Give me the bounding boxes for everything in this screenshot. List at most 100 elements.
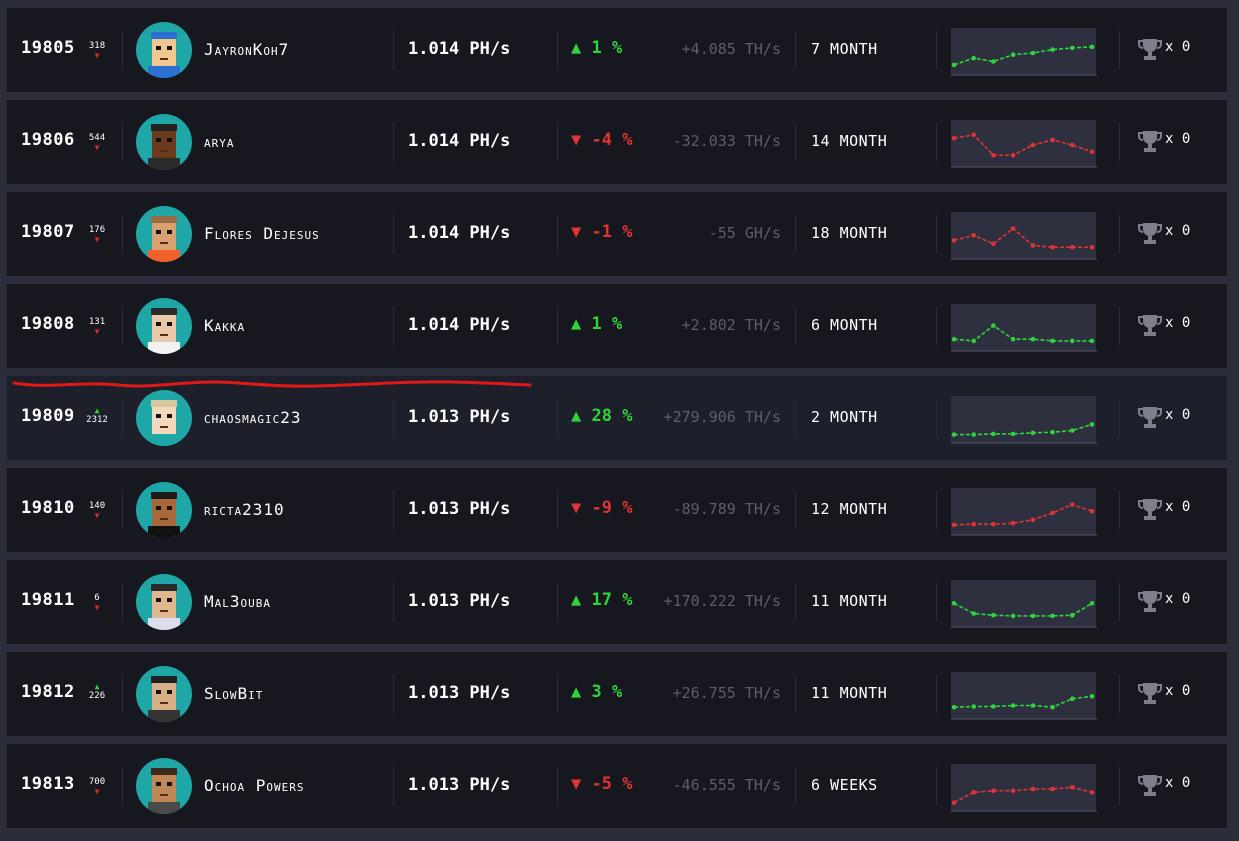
sparkline-point bbox=[1030, 336, 1036, 342]
avatar-blue-cap[interactable] bbox=[136, 22, 192, 78]
column-divider bbox=[557, 675, 558, 713]
percent-change-value: -9 % bbox=[591, 498, 633, 518]
column-divider bbox=[936, 491, 937, 529]
sparkline-point bbox=[971, 55, 976, 61]
trophy-icon bbox=[1137, 404, 1163, 434]
rank-change: 318 ▼ bbox=[83, 41, 111, 60]
percent-change-value: 1 % bbox=[591, 38, 623, 58]
sparkline-point bbox=[1010, 431, 1016, 437]
table-row[interactable]: 19810 140 ▼ ricta2310 1.013 PH/s ▼ -9 % -89.78… bbox=[7, 468, 1227, 552]
sparkline-point bbox=[1050, 429, 1055, 435]
sparkline-chart bbox=[951, 212, 1097, 264]
avatar-bearded[interactable] bbox=[136, 482, 192, 538]
rank-number: 19810 bbox=[21, 498, 75, 518]
percent-change-value: -4 % bbox=[591, 130, 633, 150]
avatar-shades[interactable] bbox=[136, 574, 192, 630]
column-divider bbox=[557, 399, 558, 437]
sparkline-point bbox=[1010, 703, 1016, 708]
rank-change-value: 700 bbox=[88, 777, 106, 787]
avatar-mustache[interactable] bbox=[136, 298, 192, 354]
table-row[interactable]: 19808 131 ▼ Kakka 1.014 PH/s ▲ 1 % +2.802 TH/s… bbox=[7, 284, 1227, 368]
sparkline-point bbox=[991, 704, 996, 709]
username-link[interactable]: Kakka bbox=[204, 316, 245, 335]
avatar-glasses-orange[interactable] bbox=[136, 206, 192, 262]
sparkline-point bbox=[951, 432, 957, 437]
account-age: 14 MONTH bbox=[811, 132, 888, 150]
username-link[interactable]: SlowBit bbox=[204, 684, 263, 703]
column-divider bbox=[393, 767, 394, 805]
column-divider bbox=[1119, 491, 1120, 529]
table-row[interactable]: 19805 318 ▼ JayronKoh7 1.014 PH/s ▲ 1 % +4.085… bbox=[7, 8, 1227, 92]
sparkline-point bbox=[1070, 244, 1075, 250]
username-link[interactable]: ricta2310 bbox=[204, 500, 285, 519]
username-link[interactable]: Ochoa Powers bbox=[204, 776, 305, 795]
hashrate-value: 1.014 PH/s bbox=[408, 39, 511, 59]
column-divider bbox=[122, 399, 123, 437]
sparkline-chart bbox=[951, 120, 1097, 172]
sparkline-point bbox=[1070, 45, 1075, 51]
username-link[interactable]: Flores Dejesus bbox=[204, 224, 320, 243]
username-link[interactable]: Mal3ouba bbox=[204, 592, 271, 611]
column-divider bbox=[122, 31, 123, 69]
column-divider bbox=[1119, 307, 1120, 345]
username-link[interactable]: chaosmagic23 bbox=[204, 408, 302, 427]
avatar-pale[interactable] bbox=[136, 390, 192, 446]
sparkline-point bbox=[1030, 243, 1036, 248]
table-row[interactable]: 19812 ▲ 226 SlowBit 1.013 PH/s ▲ 3 % +26.755 T… bbox=[7, 652, 1227, 736]
rank-change: 6 ▼ bbox=[83, 593, 111, 612]
hashrate-value: 1.013 PH/s bbox=[408, 591, 511, 611]
sparkline-point bbox=[1089, 244, 1095, 250]
sparkline-point bbox=[1089, 44, 1095, 50]
percent-change: ▼ -1 % bbox=[571, 222, 632, 242]
triangle-up-icon: ▲ bbox=[571, 406, 592, 426]
username-link[interactable]: arya bbox=[204, 132, 235, 151]
sparkline-point bbox=[991, 431, 996, 437]
table-row[interactable]: 19813 700 ▼ Ochoa Powers 1.013 PH/s ▼ -5 % -46… bbox=[7, 744, 1227, 828]
table-row[interactable]: 19811 6 ▼ Mal3ouba 1.013 PH/s ▲ 17 % +170.222 … bbox=[7, 560, 1227, 644]
account-age: 6 WEEKS bbox=[811, 776, 878, 794]
account-age: 6 MONTH bbox=[811, 316, 878, 334]
sparkline-point bbox=[1010, 52, 1016, 57]
sparkline-point bbox=[1070, 696, 1075, 701]
percent-change: ▼ -5 % bbox=[571, 774, 632, 794]
sparkline-background bbox=[951, 488, 1096, 535]
rank-change-value: 544 bbox=[88, 133, 106, 143]
rank-change: 544 ▼ bbox=[83, 133, 111, 152]
username-link[interactable]: JayronKoh7 bbox=[204, 40, 289, 59]
column-divider bbox=[936, 31, 937, 69]
table-row[interactable]: 19809 ▲ 2312 chaosmagic23 1.013 PH/s ▲ 28 % +2… bbox=[7, 376, 1227, 460]
column-divider bbox=[122, 767, 123, 805]
rank-change-value: 318 bbox=[88, 41, 106, 51]
percent-change-value: 3 % bbox=[591, 682, 623, 702]
rank-number: 19807 bbox=[21, 222, 75, 242]
avatar-dark-skin[interactable] bbox=[136, 114, 192, 170]
sparkline-point bbox=[1010, 613, 1016, 619]
account-age: 12 MONTH bbox=[811, 500, 888, 518]
column-divider bbox=[795, 307, 796, 345]
percent-change-value: 1 % bbox=[591, 314, 623, 334]
trophy-count: x 0 bbox=[1165, 39, 1191, 55]
avatar-ochoa[interactable] bbox=[136, 758, 192, 814]
sparkline-point bbox=[971, 611, 976, 616]
table-row[interactable]: 19807 176 ▼ Flores Dejesus 1.014 PH/s ▼ -1 % -… bbox=[7, 192, 1227, 276]
sparkline-point bbox=[1050, 47, 1055, 52]
percent-change: ▼ -4 % bbox=[571, 130, 632, 150]
sparkline-point bbox=[1050, 137, 1055, 143]
hashrate-delta: -89.789 TH/s bbox=[672, 500, 781, 518]
arrow-down-icon: ▼ bbox=[94, 511, 100, 520]
hashrate-delta: +279.906 TH/s bbox=[663, 408, 781, 426]
column-divider bbox=[936, 307, 937, 345]
triangle-up-icon: ▲ bbox=[571, 590, 592, 610]
sparkline-point bbox=[1010, 520, 1016, 526]
column-divider bbox=[936, 675, 937, 713]
avatar-sunglasses[interactable] bbox=[136, 666, 192, 722]
rank-change-value: 2312 bbox=[86, 415, 108, 425]
column-divider bbox=[1119, 215, 1120, 253]
sparkline-point bbox=[1089, 509, 1095, 514]
arrow-down-icon: ▼ bbox=[94, 51, 100, 60]
sparkline-point bbox=[1030, 613, 1036, 619]
table-row[interactable]: 19806 544 ▼ arya 1.014 PH/s ▼ -4 % -32.033 TH/… bbox=[7, 100, 1227, 184]
trophy-count: x 0 bbox=[1165, 315, 1191, 331]
rank-change: ▲ 2312 bbox=[83, 406, 111, 425]
trophy-icon bbox=[1137, 128, 1163, 158]
